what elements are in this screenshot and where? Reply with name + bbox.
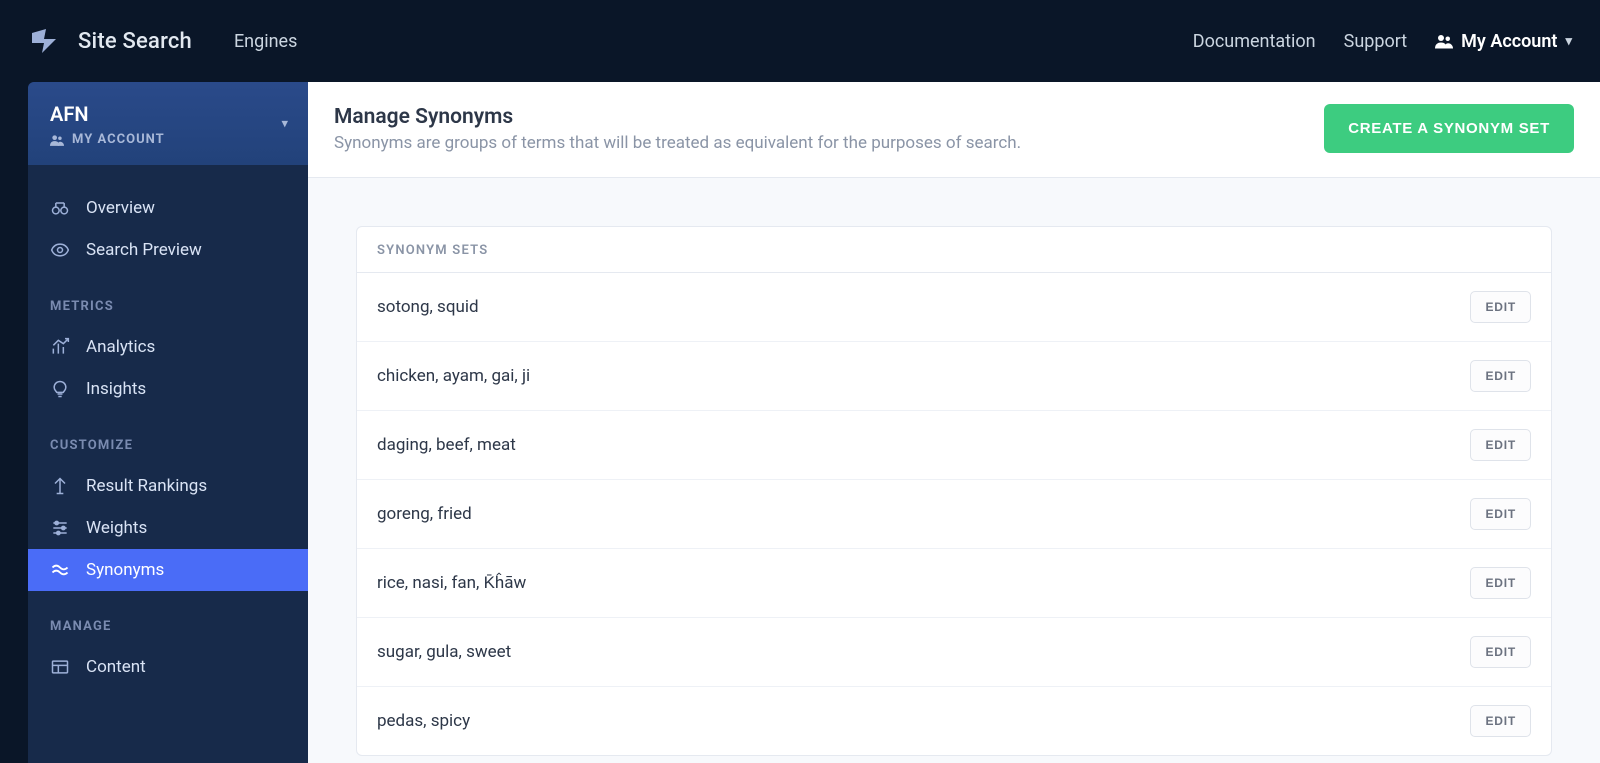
sidebar-item-label: Synonyms [86, 560, 164, 580]
chart-icon [50, 337, 70, 357]
sidebar: AFN MY ACCOUNT ▾ O [28, 82, 308, 763]
topbar: Site Search Engines Documentation Suppor… [0, 0, 1600, 82]
synonym-sets-panel: SYNONYM SETS sotong, squidEDITchicken, a… [356, 226, 1552, 756]
synonym-set-text: pedas, spicy [377, 711, 470, 731]
page-subtitle: Synonyms are groups of terms that will b… [334, 133, 1021, 153]
synonym-set-text: goreng, fried [377, 504, 472, 524]
edit-synonym-set-button[interactable]: EDIT [1470, 705, 1531, 737]
sidebar-item-synonyms[interactable]: Synonyms [28, 549, 308, 591]
page-header: Manage Synonyms Synonyms are groups of t… [308, 82, 1600, 178]
eye-icon [50, 240, 70, 260]
sidebar-item-search-preview[interactable]: Search Preview [28, 229, 308, 271]
nav-heading-metrics: METRICS [28, 299, 308, 326]
sidebar-item-label: Search Preview [86, 240, 202, 260]
synonym-set-row: pedas, spicy EDIT [357, 687, 1551, 755]
sidebar-item-label: Result Rankings [86, 476, 207, 496]
nav-section-manage: MANAGE Content [28, 597, 308, 694]
bulb-icon [50, 379, 70, 399]
nav-section-customize: CUSTOMIZE Result Rankings [28, 416, 308, 597]
engines-link[interactable]: Engines [234, 31, 297, 52]
edit-synonym-set-button[interactable]: EDIT [1470, 360, 1531, 392]
synonym-set-row: sotong, squid EDIT [357, 273, 1551, 342]
edit-synonym-set-button[interactable]: EDIT [1470, 291, 1531, 323]
sidebar-item-label: Insights [86, 379, 146, 399]
brand-name: Site Search [78, 29, 192, 54]
chevron-down-icon: ▾ [1565, 34, 1572, 49]
chevron-down-icon: ▾ [281, 116, 288, 131]
engine-selector[interactable]: AFN MY ACCOUNT ▾ [28, 82, 308, 165]
nav-section-top: Overview Search Preview [28, 165, 308, 277]
synonyms-icon [50, 560, 70, 580]
logo-icon [28, 25, 60, 57]
sidebar-item-label: Weights [86, 518, 147, 538]
sliders-icon [50, 518, 70, 538]
synonym-set-row: daging, beef, meat EDIT [357, 411, 1551, 480]
engine-name: AFN [50, 102, 286, 126]
synonym-set-row: rice, nasi, fan, K̄ĥāw EDIT [357, 549, 1551, 618]
synonym-set-text: sugar, gula, sweet [377, 642, 511, 662]
synonym-set-text: chicken, ayam, gai, ji [377, 366, 530, 386]
sidebar-item-content[interactable]: Content [28, 646, 308, 688]
sidebar-item-label: Overview [86, 198, 155, 218]
sidebar-item-insights[interactable]: Insights [28, 368, 308, 410]
synonym-set-text: sotong, squid [377, 297, 479, 317]
sidebar-item-result-rankings[interactable]: Result Rankings [28, 465, 308, 507]
main: Manage Synonyms Synonyms are groups of t… [308, 82, 1600, 763]
rankings-icon [50, 476, 70, 496]
sidebar-item-weights[interactable]: Weights [28, 507, 308, 549]
panel-heading: SYNONYM SETS [357, 227, 1551, 273]
edit-synonym-set-button[interactable]: EDIT [1470, 429, 1531, 461]
synonym-set-text: daging, beef, meat [377, 435, 516, 455]
synonym-set-text: rice, nasi, fan, K̄ĥāw [377, 573, 526, 593]
edit-synonym-set-button[interactable]: EDIT [1470, 498, 1531, 530]
page-title: Manage Synonyms [334, 105, 1021, 129]
account-dropdown[interactable]: My Account ▾ [1435, 31, 1572, 52]
sidebar-item-label: Analytics [86, 337, 155, 357]
shell: AFN MY ACCOUNT ▾ O [0, 82, 1600, 763]
content: SYNONYM SETS sotong, squidEDITchicken, a… [308, 178, 1600, 763]
people-icon [50, 134, 64, 146]
topbar-right: Documentation Support My Account ▾ [1193, 31, 1572, 52]
sidebar-item-label: Content [86, 657, 146, 677]
engine-account-sub: MY ACCOUNT [50, 132, 286, 147]
sidebar-item-overview[interactable]: Overview [28, 187, 308, 229]
nav-heading-customize: CUSTOMIZE [28, 438, 308, 465]
sidebar-item-analytics[interactable]: Analytics [28, 326, 308, 368]
content-icon [50, 657, 70, 677]
documentation-link[interactable]: Documentation [1193, 31, 1316, 52]
nav-heading-manage: MANAGE [28, 619, 308, 646]
people-icon [1435, 33, 1453, 49]
synonym-set-row: goreng, fried EDIT [357, 480, 1551, 549]
create-synonym-set-button[interactable]: CREATE A SYNONYM SET [1324, 104, 1574, 153]
nav-section-metrics: METRICS Analytics [28, 277, 308, 416]
edit-synonym-set-button[interactable]: EDIT [1470, 567, 1531, 599]
account-label: My Account [1461, 31, 1557, 52]
binoculars-icon [50, 198, 70, 218]
synonym-set-row: chicken, ayam, gai, ji EDIT [357, 342, 1551, 411]
support-link[interactable]: Support [1344, 31, 1408, 52]
edit-synonym-set-button[interactable]: EDIT [1470, 636, 1531, 668]
synonym-set-row: sugar, gula, sweet EDIT [357, 618, 1551, 687]
topbar-left: Site Search Engines [28, 25, 297, 57]
